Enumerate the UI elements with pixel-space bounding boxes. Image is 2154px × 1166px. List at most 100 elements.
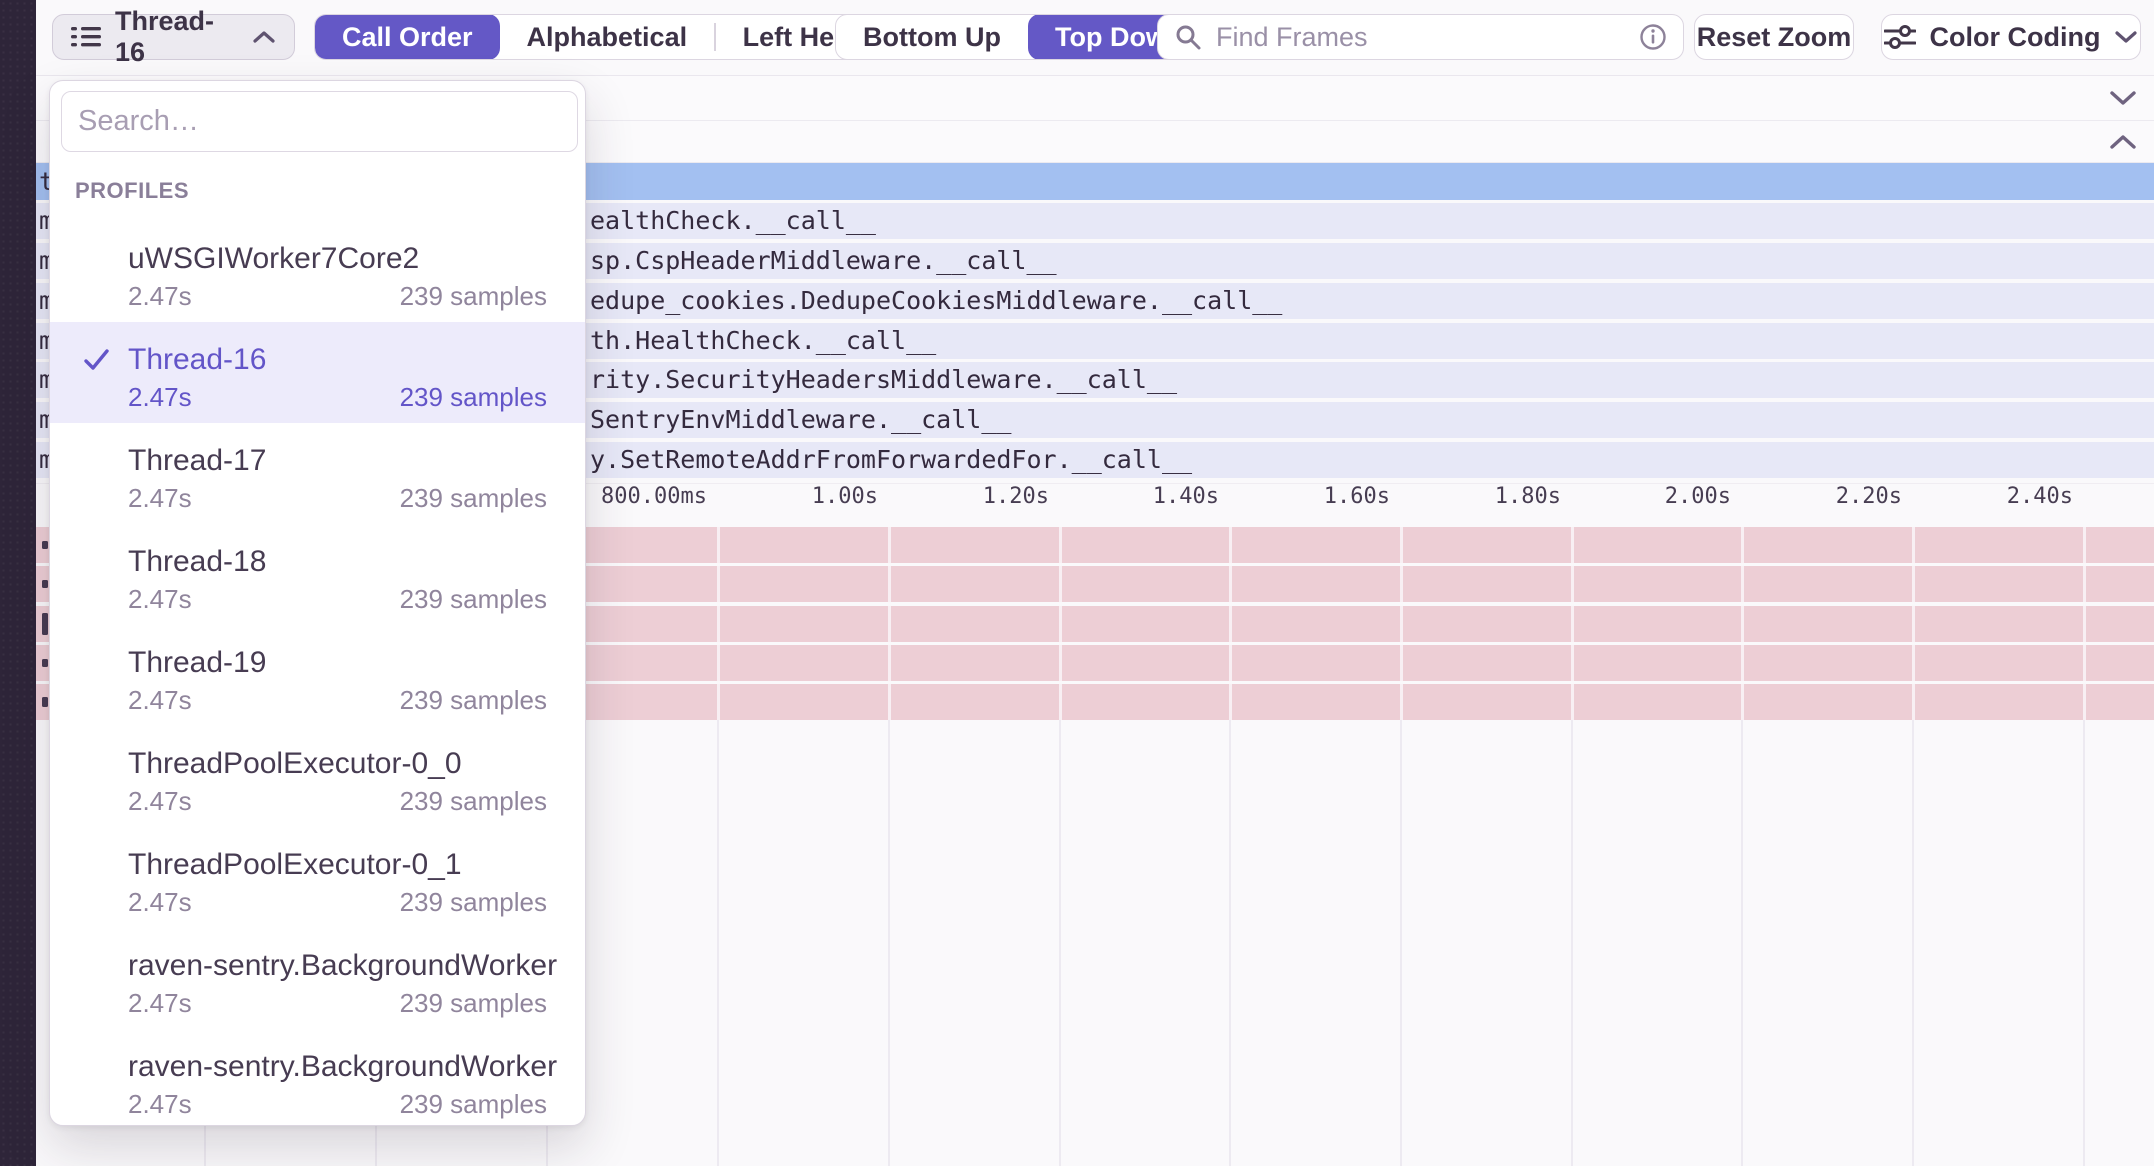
thread-selector-button[interactable]: Thread-16 (52, 14, 295, 60)
axis-gridline (1229, 720, 1231, 1166)
profile-option-samples: 239 samples (400, 786, 547, 817)
sliders-icon (1884, 23, 1916, 51)
axis-gridline (1400, 720, 1402, 1166)
frame-label-fragment: SentryEnvMiddleware.__call__ (590, 402, 1011, 438)
profile-option-raven-sentry.backgroundworker[interactable]: raven-sentry.BackgroundWorker 2.47s 239 sa… (50, 928, 586, 1029)
profile-option-samples: 239 samples (400, 685, 547, 716)
profile-option-duration: 2.47s (128, 382, 192, 413)
profile-option-name: raven-sentry.BackgroundWorker (128, 1050, 557, 1084)
profile-option-samples: 239 samples (400, 887, 547, 918)
thread-selector-label: Thread-16 (115, 6, 238, 68)
frame-label-fragment: sp.CspHeaderMiddleware.__call__ (590, 243, 1057, 279)
frame-label-fragment: rity.SecurityHeadersMiddleware.__call__ (590, 362, 1177, 398)
profile-option-samples: 239 samples (400, 281, 547, 312)
sort-segmented-control: Call OrderAlphabeticalLeft Heavy (314, 14, 907, 60)
profile-option-raven-sentry.backgroundworker[interactable]: raven-sentry.BackgroundWorker2.47s239 sa… (50, 1029, 586, 1126)
time-axis-tick: 1.00s (698, 484, 878, 524)
frame-label-sliver-mark (42, 580, 48, 588)
reset-zoom-button[interactable]: Reset Zoom (1694, 14, 1854, 60)
frame-label-fragment: th.HealthCheck.__call__ (590, 323, 936, 359)
profile-option-samples: 239 samples (400, 584, 547, 615)
profile-selector-dropdown: PROFILES uWSGIWorker7Core2 2.47s 239 sampl… (49, 80, 586, 1126)
profile-option-duration: 2.47s (128, 786, 192, 817)
axis-gridline (717, 527, 720, 720)
chevron-up-icon (252, 30, 276, 44)
direction-segmented-control: Bottom UpTop Down (835, 14, 1211, 60)
profile-option-uwsgiworker7core2[interactable]: uWSGIWorker7Core2 2.47s 239 samples (50, 221, 586, 322)
profile-option-name: raven-sentry.BackgroundWorker (128, 949, 557, 983)
axis-gridline (717, 720, 719, 1166)
find-frames-box (1157, 14, 1684, 60)
info-icon[interactable] (1639, 23, 1667, 51)
reset-zoom-label: Reset Zoom (1697, 22, 1852, 53)
profile-option-name: ThreadPoolExecutor-0_0 (128, 747, 462, 781)
segment-alphabetical[interactable]: Alphabetical (500, 14, 715, 60)
profile-option-duration: 2.47s (128, 281, 192, 312)
frame-label-fragment: ealthCheck.__call__ (590, 203, 876, 239)
profile-option-samples: 239 samples (400, 988, 547, 1019)
axis-gridline (2083, 527, 2086, 720)
search-icon (1174, 23, 1202, 51)
profile-option-name: Thread-18 (128, 545, 266, 579)
axis-gridline (1912, 527, 1915, 720)
profile-option-duration: 2.47s (128, 988, 192, 1019)
axis-gridline (1571, 720, 1573, 1166)
color-coding-button[interactable]: Color Coding (1881, 14, 2141, 60)
frame-label-sliver-mark (42, 697, 48, 707)
profile-option-samples: 239 samples (400, 483, 547, 514)
axis-gridline (1229, 527, 1232, 720)
profile-option-samples: 239 samples (400, 382, 547, 413)
time-axis-tick: 2.00s (1551, 484, 1731, 524)
profile-option-name: uWSGIWorker7Core2 (128, 242, 419, 276)
frame-label-sliver-mark (42, 613, 48, 635)
time-axis-tick: 2.20s (1722, 484, 1902, 524)
axis-gridline (2083, 720, 2085, 1166)
profiles-section-label: PROFILES (75, 178, 189, 204)
profile-search-input[interactable] (61, 91, 578, 152)
color-coding-label: Color Coding (1930, 22, 2101, 53)
profile-option-threadpoolexecutor-0_1[interactable]: ThreadPoolExecutor-0_1 2.47s 239 samples (50, 827, 586, 928)
axis-gridline (1741, 720, 1743, 1166)
frame-label-fragment: edupe_cookies.DedupeCookiesMiddleware.__… (590, 283, 1282, 319)
profile-option-duration: 2.47s (128, 685, 192, 716)
profile-option-thread-18[interactable]: Thread-18 2.47s 239 samples (50, 524, 586, 625)
profile-option-threadpoolexecutor-0_0[interactable]: ThreadPoolExecutor-0_0 2.47s 239 samples (50, 726, 586, 827)
profile-option-samples: 239 samples (400, 1089, 547, 1120)
profile-option-name: Thread-19 (128, 646, 266, 680)
time-axis-tick: 1.60s (1210, 484, 1390, 524)
axis-gridline (1571, 527, 1574, 720)
frame-label-sliver-mark (42, 541, 48, 549)
profile-option-duration: 2.47s (128, 584, 192, 615)
thread-list-icon (71, 25, 101, 49)
segment-call-order[interactable]: Call Order (315, 14, 500, 60)
profile-option-name: Thread-17 (128, 444, 266, 478)
frame-label-fragment: y.SetRemoteAddrFromForwardedFor.__call__ (590, 442, 1192, 478)
axis-gridline (888, 527, 891, 720)
flamegraph-toolbar: Thread-16 Call OrderAlphabeticalLeft Hea… (36, 0, 2154, 76)
profiler-flamegraph-screen: Thread-16 Call OrderAlphabeticalLeft Hea… (0, 0, 2154, 1166)
axis-gridline (1059, 720, 1061, 1166)
axis-gridline (1912, 720, 1914, 1166)
segment-bottom-up[interactable]: Bottom Up (836, 14, 1028, 60)
app-sidebar-strip (0, 0, 36, 1166)
time-axis-tick: 1.20s (869, 484, 1049, 524)
find-frames-input[interactable] (1214, 21, 1627, 54)
axis-gridline (1059, 527, 1062, 720)
chevron-down-icon (2114, 30, 2138, 44)
profile-option-thread-19[interactable]: Thread-19 2.47s 239 samples (50, 625, 586, 726)
profile-option-duration: 2.47s (128, 483, 192, 514)
profile-option-thread-16[interactable]: Thread-162.47s239 samples (50, 322, 586, 423)
time-axis-tick: 1.80s (1381, 484, 1561, 524)
collapse-chevron-up-icon[interactable] (2108, 133, 2138, 151)
profile-option-thread-17[interactable]: Thread-17 2.47s 239 samples (50, 423, 586, 524)
axis-gridline (888, 720, 890, 1166)
axis-gridline (1741, 527, 1744, 720)
time-axis-tick: 1.40s (1039, 484, 1219, 524)
expand-chevron-down-icon[interactable] (2108, 89, 2138, 107)
check-icon (83, 348, 110, 372)
profile-option-name: ThreadPoolExecutor-0_1 (128, 848, 462, 882)
profile-option-duration: 2.47s (128, 887, 192, 918)
axis-gridline (1400, 527, 1403, 720)
frame-label-sliver-mark (42, 659, 48, 667)
time-axis-tick: 2.40s (1893, 484, 2073, 524)
